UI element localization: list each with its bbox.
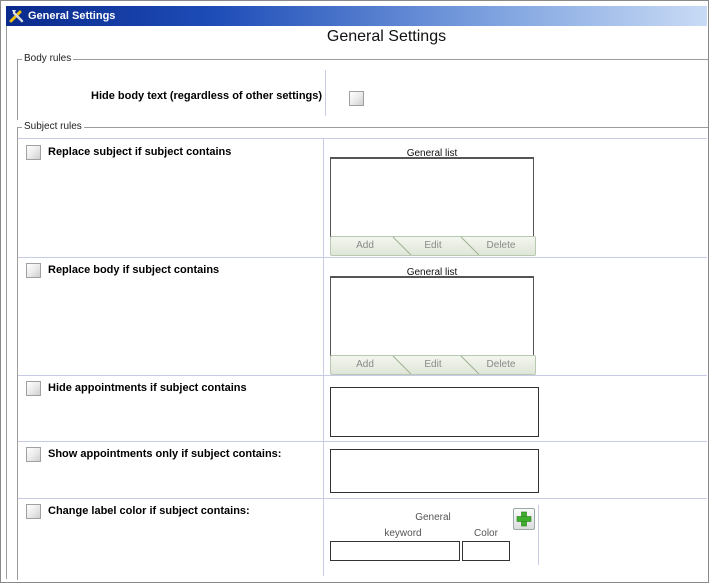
hide-appointments-input[interactable] xyxy=(330,387,539,437)
body-rules-group: Body rules Hide body text (regardless of… xyxy=(17,52,708,120)
row-divider xyxy=(18,138,707,139)
replace-subject-button-strip: Add Edit Delete xyxy=(330,236,536,256)
change-label-color-checkbox[interactable] xyxy=(26,504,41,519)
row-divider xyxy=(18,441,707,442)
replace-subject-list[interactable] xyxy=(330,157,534,237)
tools-icon xyxy=(9,10,24,23)
hide-appointments-checkbox[interactable] xyxy=(26,381,41,396)
plus-icon xyxy=(516,511,532,527)
color-section-divider xyxy=(538,505,539,565)
hide-body-text-checkbox[interactable] xyxy=(349,91,364,106)
replace-subject-checkbox[interactable] xyxy=(26,145,41,160)
show-appointments-only-label: Show appointments only if subject contai… xyxy=(48,448,282,460)
add-button[interactable]: Add xyxy=(331,356,399,374)
subject-rules-column-divider xyxy=(323,138,324,576)
show-appointments-only-checkbox[interactable] xyxy=(26,447,41,462)
general-caption: General xyxy=(415,512,451,523)
show-appointments-only-input[interactable] xyxy=(330,449,539,493)
row-divider xyxy=(18,257,707,258)
keyword-input[interactable] xyxy=(330,541,460,561)
add-button[interactable]: Add xyxy=(331,237,399,255)
body-rules-legend: Body rules xyxy=(22,52,74,66)
edit-button[interactable]: Edit xyxy=(399,237,467,255)
hide-body-text-label: Hide body text (regardless of other sett… xyxy=(91,90,323,102)
replace-body-label: Replace body if subject contains xyxy=(48,264,220,276)
keyword-caption: keyword xyxy=(384,528,422,539)
replace-body-button-strip: Add Edit Delete xyxy=(330,355,536,375)
page-title: General Settings xyxy=(326,28,447,45)
color-input[interactable] xyxy=(462,541,510,561)
window-title: General Settings xyxy=(28,10,116,22)
replace-body-checkbox[interactable] xyxy=(26,263,41,278)
hide-appointments-label: Hide appointments if subject contains xyxy=(48,382,247,394)
title-bar: General Settings xyxy=(6,6,707,26)
edit-button[interactable]: Edit xyxy=(399,356,467,374)
delete-button[interactable]: Delete xyxy=(467,237,535,255)
replace-subject-label: Replace subject if subject contains xyxy=(48,146,232,158)
row-divider xyxy=(18,375,707,376)
color-caption: Color xyxy=(474,528,498,539)
row-divider xyxy=(18,498,707,499)
body-rules-divider xyxy=(325,70,326,116)
left-border xyxy=(6,26,7,579)
add-keyword-button[interactable] xyxy=(513,508,535,530)
replace-body-list[interactable] xyxy=(330,276,534,356)
subject-rules-legend: Subject rules xyxy=(22,120,84,134)
delete-button[interactable]: Delete xyxy=(467,356,535,374)
page-heading: General Settings xyxy=(0,28,709,46)
change-label-color-label: Change label color if subject contains: xyxy=(48,505,250,517)
